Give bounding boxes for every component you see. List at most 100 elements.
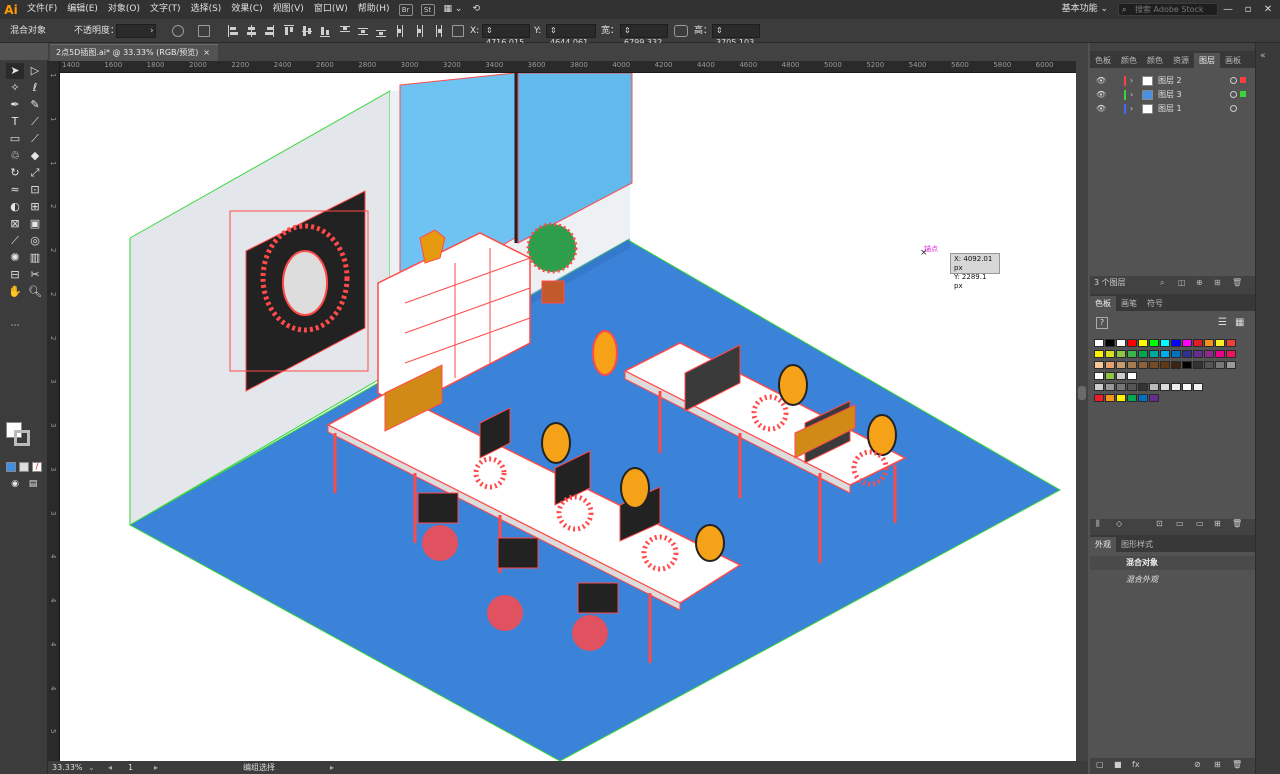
close-tab-icon[interactable]: × xyxy=(203,45,210,61)
zoom-level[interactable]: 33.33% xyxy=(52,761,83,774)
minimize-button[interactable]: — xyxy=(1218,0,1238,19)
color-swatch[interactable] xyxy=(1182,339,1192,347)
expand-arrow-icon[interactable]: › xyxy=(1130,74,1133,88)
color-swatch[interactable] xyxy=(1094,361,1104,369)
color-swatch[interactable] xyxy=(1127,361,1137,369)
menu-edit[interactable]: 编辑(E) xyxy=(62,0,103,19)
clipping-mask-icon[interactable]: ◫ xyxy=(1178,276,1186,290)
color-swatch[interactable] xyxy=(1204,339,1214,347)
menu-select[interactable]: 选择(S) xyxy=(186,0,227,19)
eraser-tool-icon[interactable]: ◆ xyxy=(26,148,44,164)
y-field[interactable]: ⇕ 4644.061 xyxy=(546,24,596,47)
none-mode-icon[interactable]: / xyxy=(32,462,42,472)
color-swatch[interactable] xyxy=(1215,339,1225,347)
layer-row-1[interactable]: 👁︎ › 图层 1 xyxy=(1090,102,1255,116)
color-swatch[interactable] xyxy=(1215,350,1225,358)
stroke-color-icon[interactable] xyxy=(14,430,30,446)
color-swatch[interactable] xyxy=(1116,383,1126,391)
magic-wand-tool-icon[interactable]: ✧ xyxy=(6,80,24,96)
delete-item-icon[interactable]: 🗑︎ xyxy=(1232,760,1242,769)
menu-object[interactable]: 对象(O) xyxy=(103,0,145,19)
bridge-button[interactable]: Br xyxy=(398,3,413,16)
color-swatch[interactable] xyxy=(1127,339,1137,347)
color-swatch[interactable] xyxy=(1149,361,1159,369)
clear-appearance-icon[interactable]: ⊘ xyxy=(1194,760,1201,769)
color-swatch[interactable] xyxy=(1105,383,1115,391)
color-swatch[interactable] xyxy=(1160,350,1170,358)
zoom-dropdown-icon[interactable]: ⌄ xyxy=(88,761,95,774)
zoom-tool-icon[interactable]: 🔍︎ xyxy=(26,284,44,300)
visibility-eye-icon[interactable]: 👁︎ xyxy=(1096,88,1106,102)
hand-tool-icon[interactable]: ✋ xyxy=(6,284,24,300)
add-fill-icon[interactable]: ■ xyxy=(1114,760,1122,769)
transform-reference-icon[interactable] xyxy=(452,25,464,37)
edit-toolbar-icon[interactable]: ⋯ xyxy=(6,318,24,334)
color-swatch[interactable] xyxy=(1094,394,1104,402)
artboard-canvas[interactable]: × 锚点 X: 4092.01 px Y: 2289.1 px xyxy=(60,73,1076,761)
symbol-sprayer-tool-icon[interactable]: ✺ xyxy=(6,250,24,266)
collapse-panels-icon[interactable]: « xyxy=(1260,51,1266,61)
expand-arrow-icon[interactable]: › xyxy=(1130,102,1133,116)
color-swatch[interactable] xyxy=(1226,350,1236,358)
color-swatch[interactable] xyxy=(1116,372,1126,380)
color-swatch[interactable] xyxy=(1116,361,1126,369)
delete-layer-icon[interactable]: 🗑︎ xyxy=(1232,276,1242,290)
vertical-scrollbar[interactable] xyxy=(1076,61,1088,761)
expand-arrow-icon[interactable]: › xyxy=(1130,88,1133,102)
distribute-bottom-icon[interactable] xyxy=(376,25,386,37)
color-swatch[interactable] xyxy=(1105,372,1115,380)
layer-row-3[interactable]: 👁︎ › 图层 3 xyxy=(1090,88,1255,102)
color-swatch[interactable] xyxy=(1105,339,1115,347)
align-left-icon[interactable] xyxy=(228,25,238,37)
color-swatch[interactable] xyxy=(1160,339,1170,347)
tab-layers[interactable]: 图层 xyxy=(1194,53,1220,68)
menu-help[interactable]: 帮助(H) xyxy=(353,0,395,19)
close-window-button[interactable]: ✕ xyxy=(1258,0,1278,19)
x-field[interactable]: ⇕ 4716.015 xyxy=(482,24,530,47)
pen-tool-icon[interactable]: ✒ xyxy=(6,97,24,113)
color-swatch[interactable] xyxy=(1138,383,1148,391)
appearance-sub-label[interactable]: 混合外观 xyxy=(1126,574,1158,585)
color-swatch[interactable] xyxy=(1171,361,1181,369)
color-swatch[interactable] xyxy=(1094,350,1104,358)
align-vcenter-icon[interactable] xyxy=(302,25,312,37)
blend-tool-icon[interactable]: ◎ xyxy=(26,233,44,249)
add-stroke-icon[interactable]: ▢ xyxy=(1096,760,1104,769)
color-swatch[interactable] xyxy=(1193,339,1203,347)
layer-target-icon[interactable] xyxy=(1230,105,1237,112)
color-swatch[interactable] xyxy=(1094,339,1104,347)
color-swatch[interactable] xyxy=(1193,361,1203,369)
duplicate-item-icon[interactable]: ⊞ xyxy=(1214,760,1221,769)
align-top-icon[interactable] xyxy=(284,25,294,37)
stock-button[interactable]: St xyxy=(420,3,435,16)
color-swatch[interactable] xyxy=(1171,350,1181,358)
layer-row-2[interactable]: 👁︎ › 图层 2 xyxy=(1090,74,1255,88)
color-swatch[interactable] xyxy=(1094,372,1104,380)
workspace-switcher[interactable]: 基本功能 ⌄ xyxy=(1062,0,1108,19)
new-sublayer-icon[interactable]: ⊕ xyxy=(1196,276,1203,290)
shaper-tool-icon[interactable]: ♲ xyxy=(6,148,24,164)
thumbnail-view-icon[interactable]: ▦ xyxy=(1235,317,1244,328)
color-swatch[interactable] xyxy=(1116,350,1126,358)
tab-swatches-top[interactable]: 色板 xyxy=(1090,53,1116,68)
swatch-options-icon[interactable]: ⊡ xyxy=(1156,519,1163,528)
align-hcenter-icon[interactable] xyxy=(246,25,256,37)
color-swatch[interactable] xyxy=(1138,339,1148,347)
rotate-tool-icon[interactable]: ↻ xyxy=(6,165,24,181)
color-swatch[interactable] xyxy=(1171,339,1181,347)
draw-mode-icon[interactable]: ◉ xyxy=(6,476,24,492)
color-swatch[interactable] xyxy=(1204,361,1214,369)
type-tool-icon[interactable]: T xyxy=(6,114,24,130)
color-swatch[interactable] xyxy=(1182,350,1192,358)
recolor-icon[interactable] xyxy=(172,25,184,37)
artboard-next-icon[interactable]: ▸ xyxy=(154,761,158,774)
stock-search-input[interactable]: ⌕ 搜索 Adobe Stock xyxy=(1118,3,1218,16)
gradient-tool-icon[interactable]: ▣ xyxy=(26,216,44,232)
curvature-tool-icon[interactable]: ✎ xyxy=(26,97,44,113)
align-bottom-icon[interactable] xyxy=(320,25,330,37)
color-swatch[interactable] xyxy=(1160,383,1170,391)
line-tool-icon[interactable]: ⟋ xyxy=(26,114,44,130)
swatch-libraries-icon[interactable]: ⫼ xyxy=(1096,519,1100,529)
visibility-eye-icon[interactable]: 👁︎ xyxy=(1096,74,1106,88)
color-swatch[interactable] xyxy=(1105,350,1115,358)
